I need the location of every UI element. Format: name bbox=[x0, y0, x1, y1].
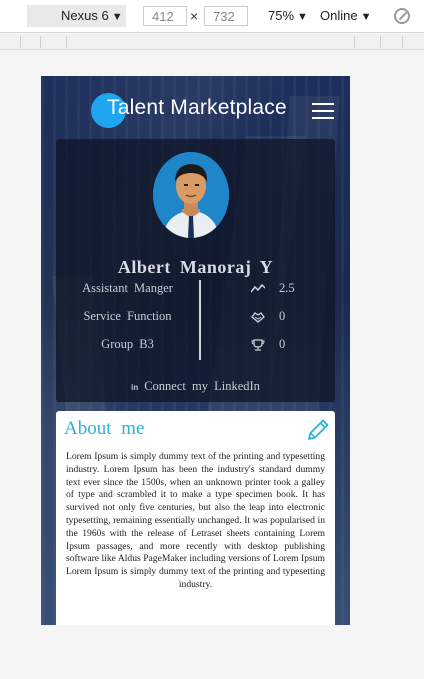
caret-down-icon: ▼ bbox=[360, 11, 372, 23]
linkedin-label: Connect my LinkedIn bbox=[144, 379, 260, 393]
zoom-select-label: 75% bbox=[268, 8, 295, 23]
profile-stats: 2.5 0 0 bbox=[251, 281, 311, 365]
media-query-ruler bbox=[0, 34, 424, 50]
zoom-select[interactable]: 75% ▼ bbox=[268, 8, 308, 23]
about-card: About me Lorem Ipsum is simply dummy tex… bbox=[56, 411, 335, 625]
group: Group B3 bbox=[101, 337, 154, 351]
avatar bbox=[153, 152, 229, 238]
avatar-icon bbox=[153, 152, 229, 238]
edit-pencil-icon[interactable] bbox=[305, 417, 331, 443]
menu-icon[interactable] bbox=[312, 103, 334, 119]
trophy-icon bbox=[251, 339, 265, 351]
width-input[interactable]: 412 bbox=[143, 6, 187, 26]
network-select[interactable]: Online ▼ bbox=[320, 8, 371, 23]
profile-card: Albert Manoraj Y Assistant Manger Servic… bbox=[56, 139, 335, 402]
network-select-label: Online bbox=[320, 8, 358, 23]
department: Service Function bbox=[83, 309, 172, 323]
trend-icon bbox=[251, 283, 265, 293]
device-select-label: Nexus 6 bbox=[61, 8, 109, 23]
stat-trophy-value: 0 bbox=[279, 337, 286, 351]
device-viewport: Talent Marketplace Albert Manoraj Y Assi… bbox=[41, 76, 350, 625]
app-header: Talent Marketplace bbox=[41, 76, 350, 140]
profile-name: Albert Manoraj Y bbox=[117, 257, 274, 277]
rotate-icon[interactable] bbox=[394, 8, 410, 24]
linkedin-icon: in bbox=[131, 383, 139, 392]
linkedin-link[interactable]: in Connect my LinkedIn bbox=[56, 379, 335, 394]
devtools-toolbar: Nexus 6 ▼ 412 × 732 75% ▼ Online ▼ bbox=[0, 0, 424, 33]
about-text: Lorem Ipsum is simply dummy text of the … bbox=[66, 451, 325, 590]
dimension-separator: × bbox=[190, 8, 199, 24]
stat-handshake: 0 bbox=[251, 309, 311, 337]
caret-down-icon: ▼ bbox=[297, 11, 308, 23]
device-select[interactable]: Nexus 6 ▼ bbox=[27, 5, 126, 27]
about-title: About me bbox=[64, 418, 145, 439]
caret-down-icon: ▼ bbox=[111, 11, 123, 23]
brand-title[interactable]: Talent Marketplace bbox=[107, 96, 287, 120]
stat-rating: 2.5 bbox=[251, 281, 311, 309]
handshake-icon bbox=[251, 312, 265, 323]
job-title: Assistant Manger bbox=[82, 281, 173, 295]
vertical-divider bbox=[199, 280, 201, 360]
profile-details: Assistant Manger Service Function Group … bbox=[56, 281, 199, 365]
height-input[interactable]: 732 bbox=[204, 6, 248, 26]
stat-handshake-value: 0 bbox=[279, 309, 286, 323]
stat-trophy: 0 bbox=[251, 337, 311, 365]
stat-rating-value: 2.5 bbox=[279, 281, 295, 295]
